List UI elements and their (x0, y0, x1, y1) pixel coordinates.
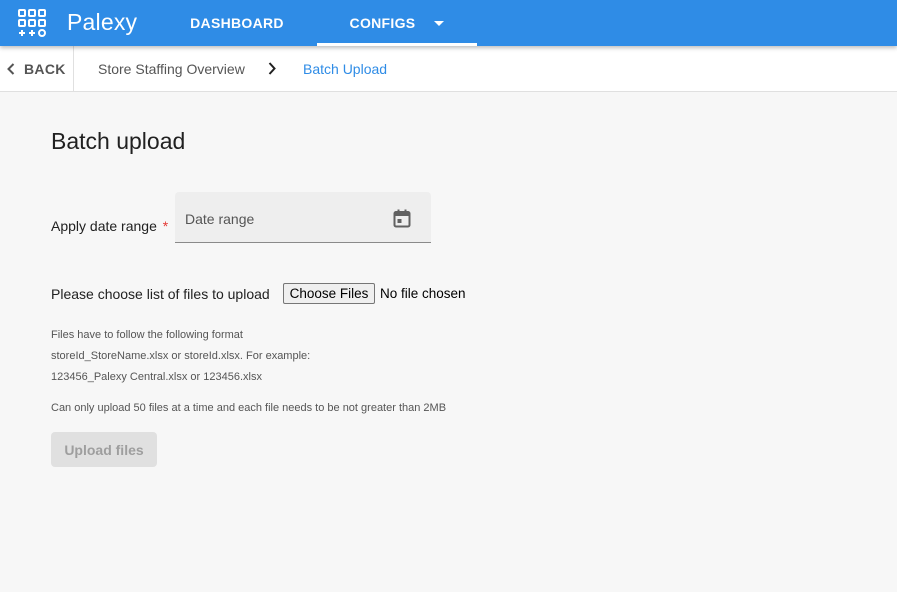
breadcrumb-item-store-staffing-overview[interactable]: Store Staffing Overview (98, 61, 245, 77)
apps-grid-icon[interactable] (18, 9, 46, 37)
date-range-label-text: Apply date range (51, 218, 157, 234)
back-label: BACK (24, 60, 66, 77)
chevron-right-icon (268, 62, 276, 75)
date-range-input[interactable]: Date range (175, 192, 431, 243)
page-title: Batch upload (51, 128, 186, 154)
date-range-label: Apply date range * (51, 218, 168, 234)
tab-configs-label: CONFIGS (349, 14, 416, 31)
date-range-placeholder: Date range (185, 211, 255, 227)
breadcrumb: BACK Store Staffing Overview Batch Uploa… (0, 46, 897, 92)
files-label: Please choose list of files to upload (51, 286, 270, 302)
app-name: Palexy (67, 9, 138, 35)
top-app-bar: Palexy DASHBOARD CONFIGS (0, 0, 897, 46)
caret-down-icon (434, 20, 445, 26)
tab-dashboard-label: DASHBOARD (190, 15, 284, 31)
required-mark: * (162, 218, 169, 234)
file-status: No file chosen (380, 286, 466, 301)
help-text-example: 123456_Palexy Central.xlsx or 123456.xls… (51, 371, 262, 383)
choose-files-button[interactable]: Choose Files (283, 283, 375, 304)
help-text-format: Files have to follow the following forma… (51, 329, 243, 341)
tab-dashboard[interactable]: DASHBOARD (157, 0, 317, 46)
help-text-limits: Can only upload 50 files at a time and e… (51, 402, 447, 414)
calendar-icon[interactable] (393, 209, 411, 228)
back-button[interactable]: BACK (0, 46, 74, 91)
help-text-pattern: storeId_StoreName.xlsx or storeId.xlsx. … (51, 350, 311, 362)
breadcrumb-item-batch-upload: Batch Upload (303, 61, 388, 77)
chevron-left-icon (7, 62, 15, 75)
tab-configs[interactable]: CONFIGS (317, 0, 477, 46)
upload-files-button[interactable]: Upload files (51, 432, 157, 467)
